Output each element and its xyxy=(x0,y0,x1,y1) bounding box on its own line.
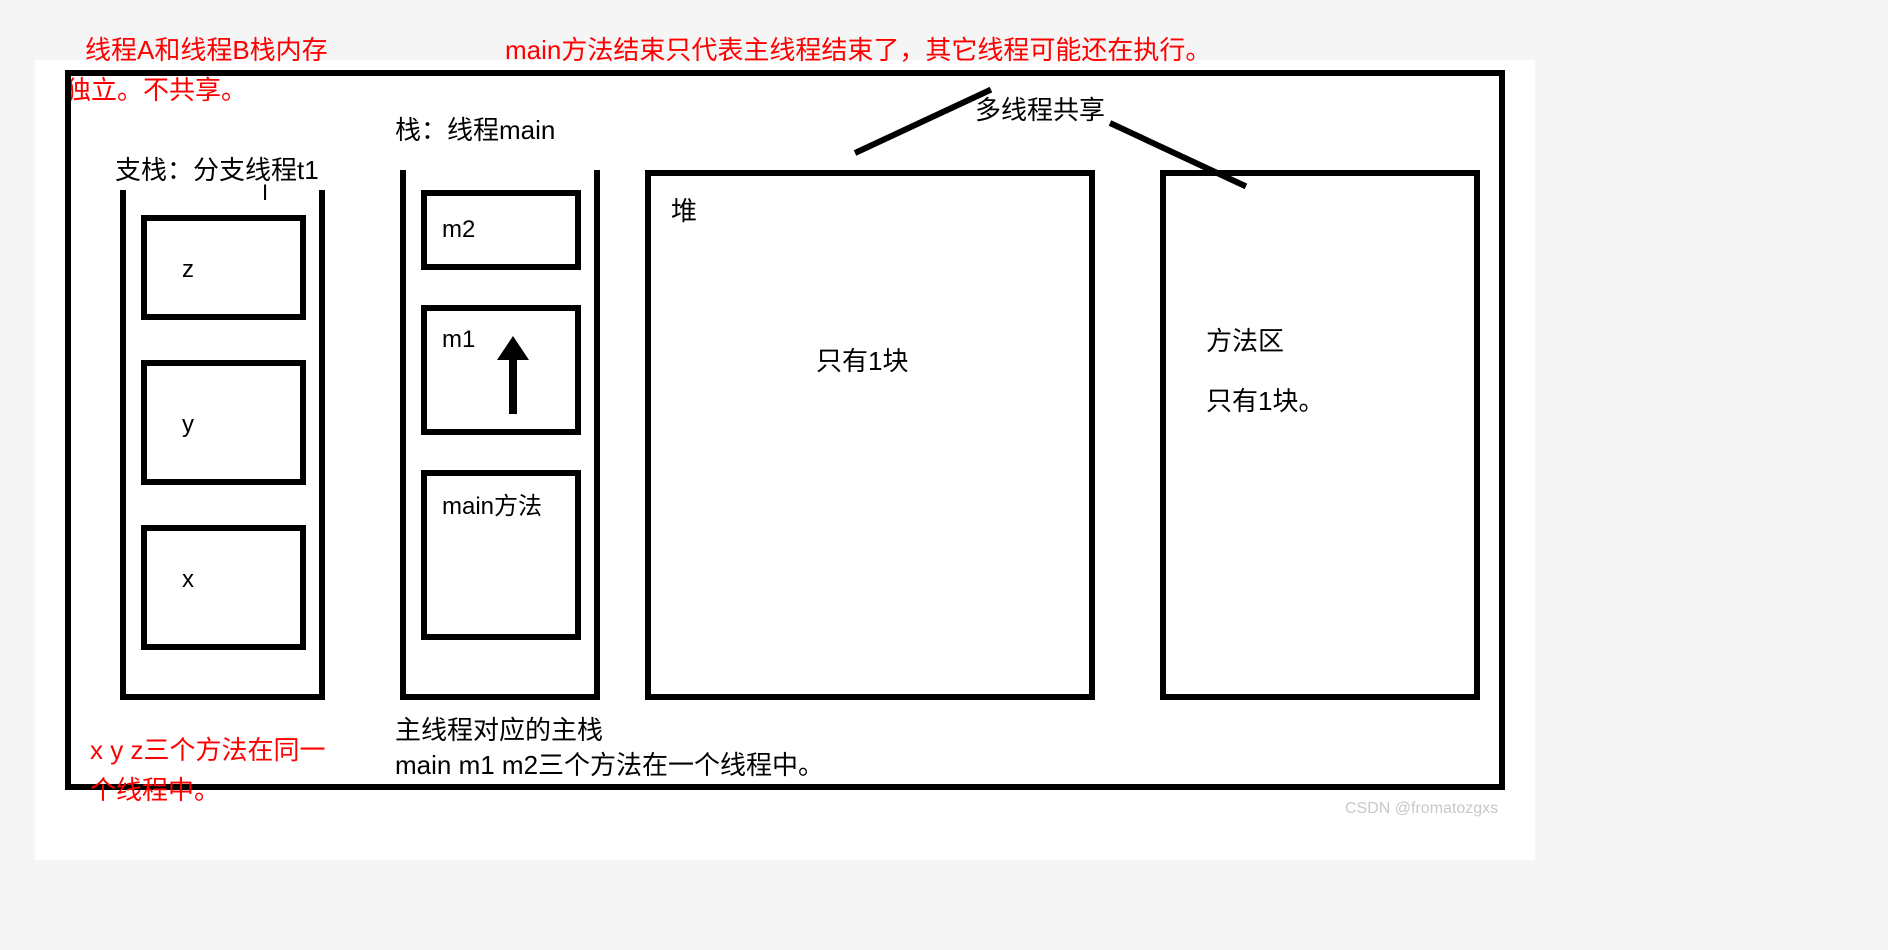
main-stack-caption-2: main m1 m2三个方法在一个线程中。 xyxy=(395,745,824,782)
shared-title: 多线程共享 xyxy=(975,90,1105,127)
method-area-content: 只有1块。 xyxy=(1206,381,1324,418)
branch-stack-title: 支栈：分支线程t1 xyxy=(115,150,319,187)
main-frame-main: main方法 xyxy=(421,470,581,640)
heap-title: 堆 xyxy=(671,191,697,228)
annotation-bottom-2: 个线程中。 xyxy=(90,770,220,807)
main-stack-caption-1: 主线程对应的主栈 xyxy=(395,710,603,747)
heap-box: 堆 只有1块 xyxy=(645,170,1095,700)
annotation-top-left-1: 线程A和线程B栈内存 xyxy=(85,30,328,67)
main-frame-m2: m2 xyxy=(421,190,581,270)
branch-frame-y-label: y xyxy=(182,411,194,439)
method-area-box: 方法区 只有1块。 xyxy=(1160,170,1480,700)
main-frame-m1: m1 xyxy=(421,305,581,435)
annotation-bottom-1: x y z三个方法在同一 xyxy=(90,730,325,767)
annotation-top-right: main方法结束只代表主线程结束了，其它线程可能还在执行。 xyxy=(505,30,1211,67)
branch-frame-z-label: z xyxy=(182,256,194,284)
branch-frame-x: x xyxy=(141,525,306,650)
branch-frame-x-label: x xyxy=(182,566,194,594)
main-frame-m1-label: m1 xyxy=(442,326,475,354)
main-frame-m2-label: m2 xyxy=(442,216,475,244)
branch-frame-z: z xyxy=(141,215,306,320)
heap-content: 只有1块 xyxy=(816,341,908,378)
branch-frame-y: y xyxy=(141,360,306,485)
main-stack-container: m2 m1 main方法 xyxy=(400,170,600,700)
main-stack-title: 栈：线程main xyxy=(395,110,555,147)
main-frame-main-label: main方法 xyxy=(442,486,542,521)
watermark-text: CSDN @fromatozgxs xyxy=(1345,800,1498,818)
method-area-title: 方法区 xyxy=(1206,321,1284,358)
branch-stack-container: z y x xyxy=(120,190,325,700)
diagram-canvas: 线程A和线程B栈内存 独立。不共享。 main方法结束只代表主线程结束了，其它线… xyxy=(35,60,1535,860)
